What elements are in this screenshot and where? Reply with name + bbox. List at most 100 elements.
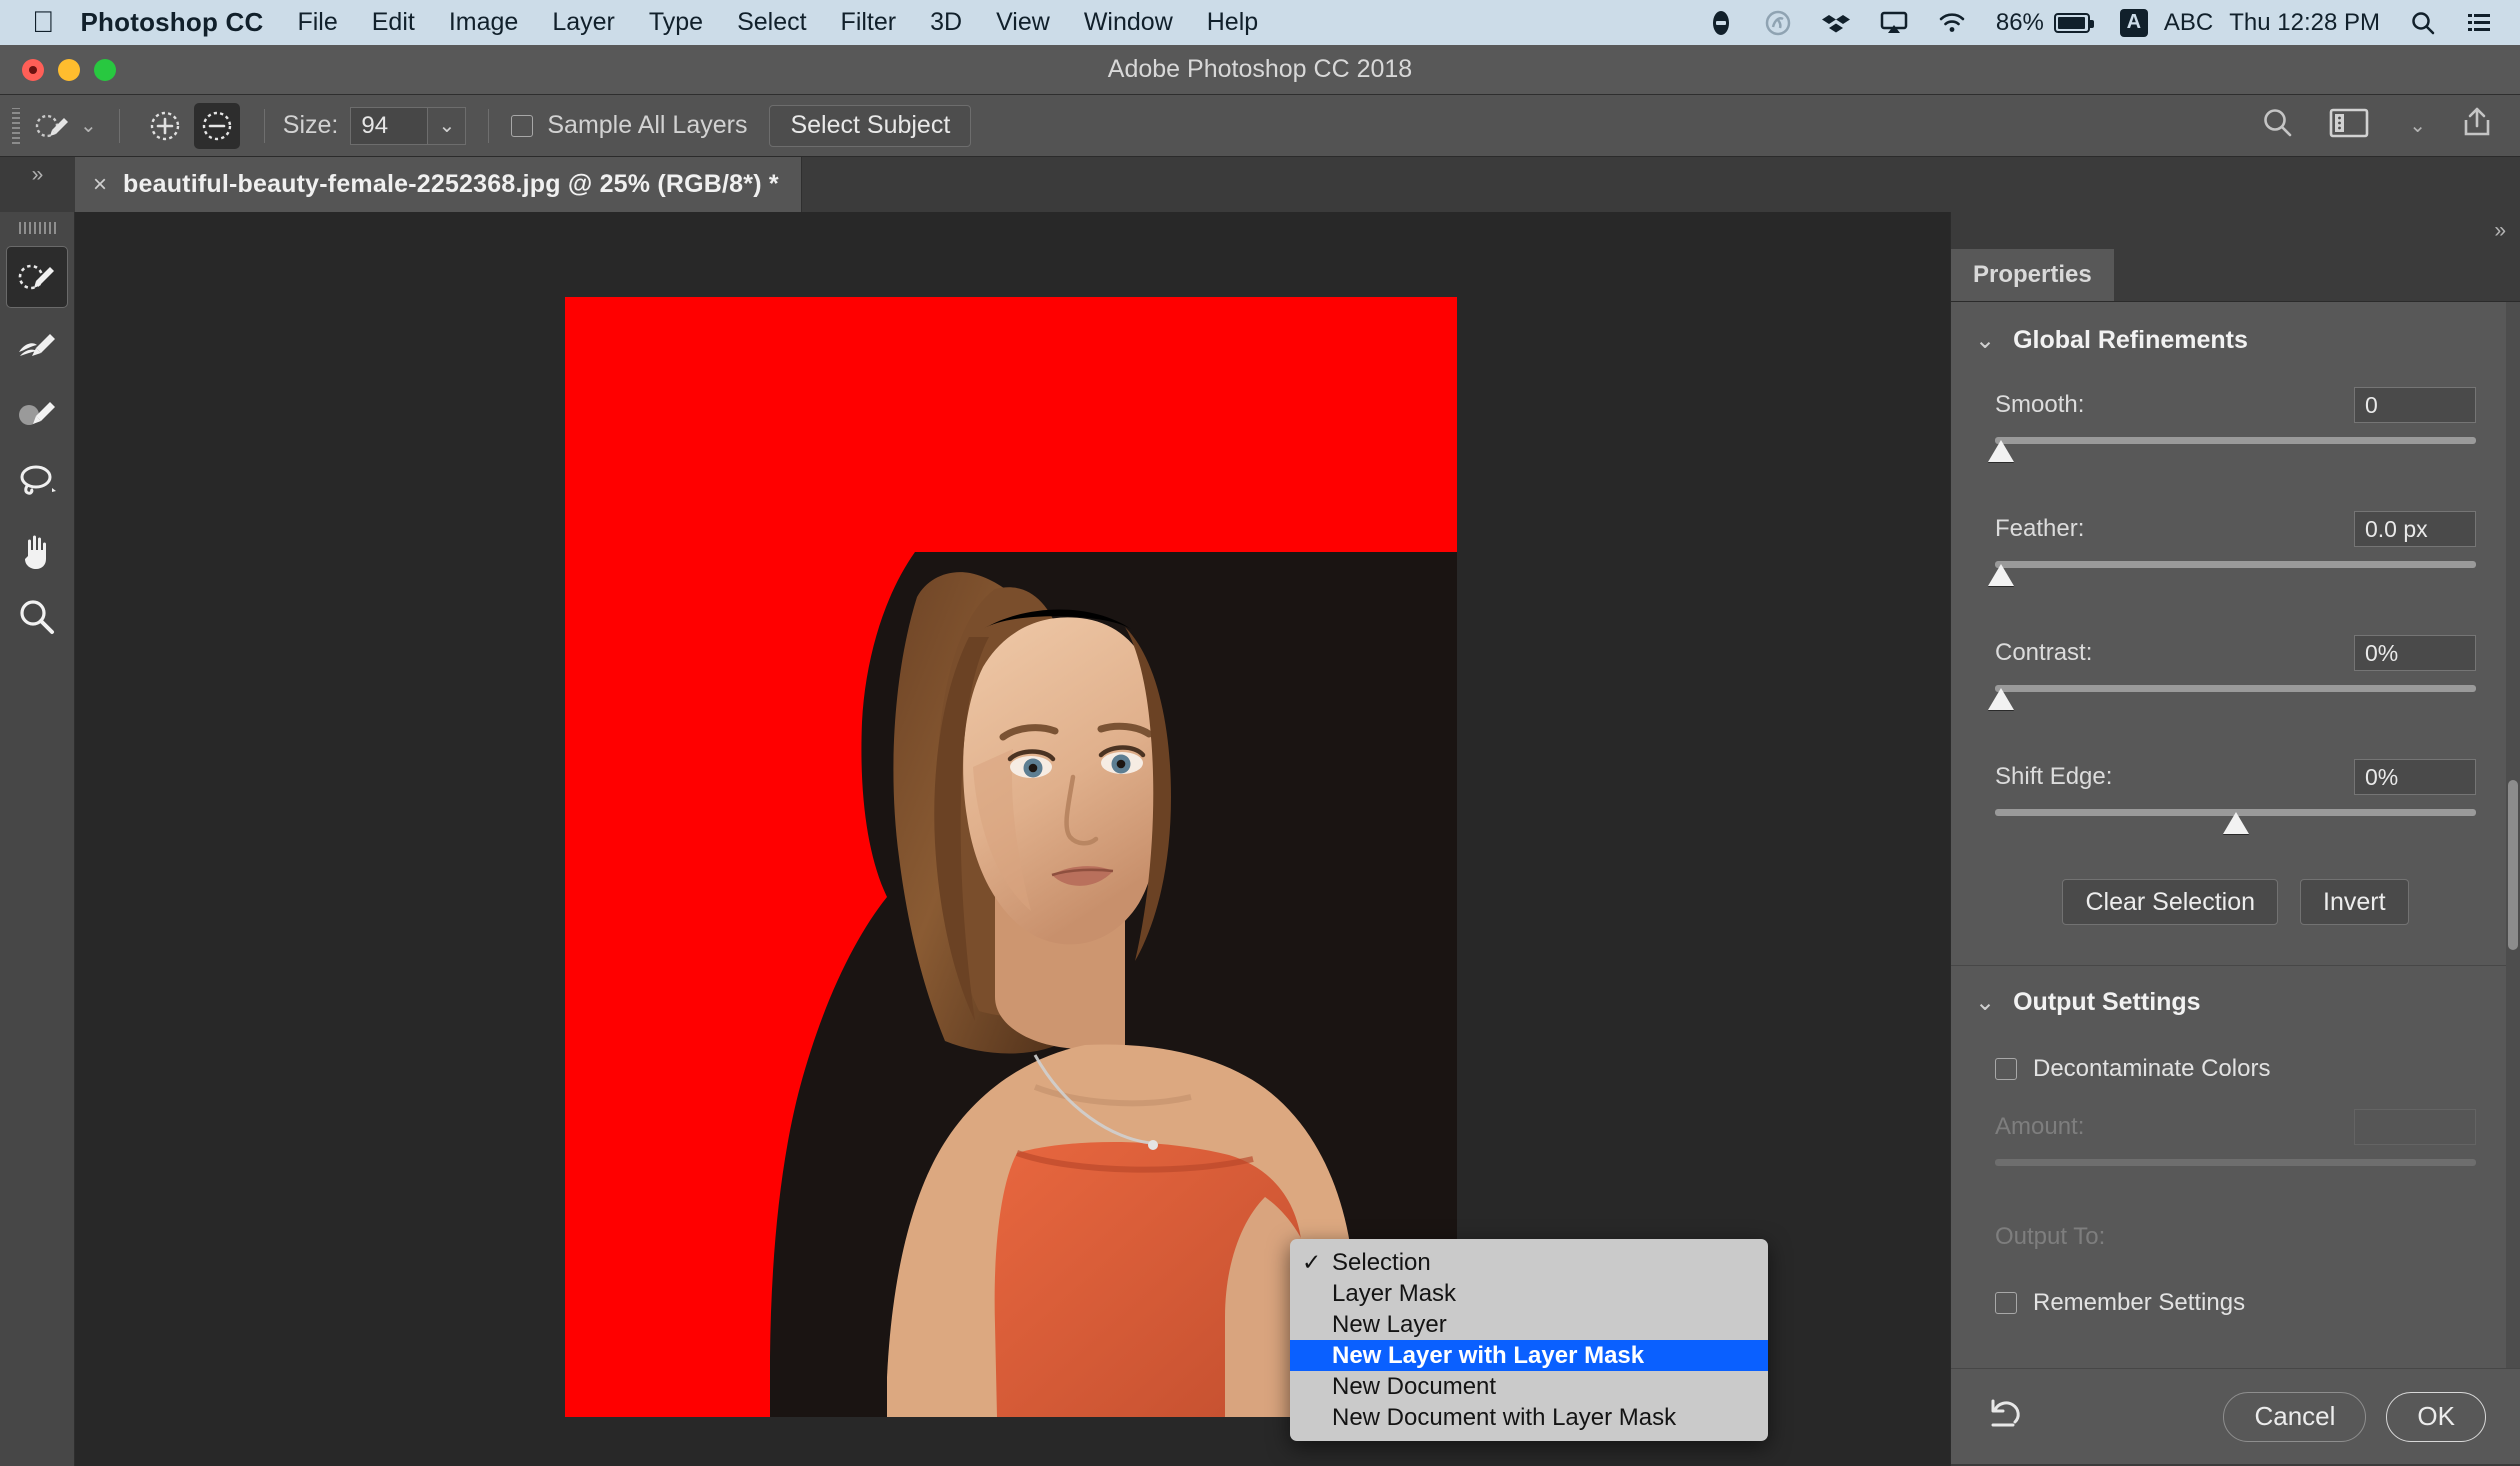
shift-edge-slider-thumb[interactable] <box>2222 812 2249 834</box>
menu-item-edit[interactable]: Edit <box>372 8 415 37</box>
contrast-row: Contrast: 0% <box>1951 635 2520 671</box>
cancel-button[interactable]: Cancel <box>2223 1391 2367 1442</box>
brush-size-chevron-down-icon[interactable]: ⌄ <box>428 106 467 145</box>
clock-label[interactable]: Thu 12:28 PM <box>2229 9 2380 37</box>
dropbox-icon[interactable] <box>1821 10 1850 36</box>
apple-logo-icon[interactable]:  <box>32 7 55 38</box>
add-to-selection-icon[interactable] <box>142 103 188 149</box>
menu-app-name[interactable]: Photoshop CC <box>81 7 264 38</box>
decontaminate-colors-checkbox[interactable]: Decontaminate Colors <box>1951 1055 2520 1083</box>
refine-edge-brush-tool-icon[interactable] <box>6 314 68 376</box>
feather-label: Feather: <box>1995 515 2085 542</box>
input-source-badge[interactable]: A <box>2119 8 2148 37</box>
feather-slider[interactable] <box>1988 561 2476 589</box>
options-bar-grip[interactable] <box>12 107 22 144</box>
tab-properties[interactable]: Properties <box>1951 249 2114 301</box>
search-icon[interactable] <box>2261 106 2295 145</box>
menu-item-type[interactable]: Type <box>649 8 703 37</box>
menu-item-3d[interactable]: 3D <box>930 8 962 37</box>
menu-item-image[interactable]: Image <box>449 8 518 37</box>
chevron-down-icon[interactable]: ⌄ <box>1975 988 1995 1017</box>
panel-collapse-double-chevron-right-icon[interactable]: » <box>1951 212 2520 250</box>
contrast-label: Contrast: <box>1995 639 2093 666</box>
dropdown-item-new-document[interactable]: New Document <box>1290 1371 1768 1402</box>
options-divider-3 <box>488 108 490 143</box>
section-output-settings-header[interactable]: ⌄ Output Settings <box>1951 966 2520 1017</box>
amount-label: Amount: <box>1995 1113 2085 1140</box>
input-source-label[interactable]: ABC <box>2164 9 2213 37</box>
menu-item-layer[interactable]: Layer <box>552 8 615 37</box>
creative-cloud-icon[interactable] <box>1764 10 1792 36</box>
shift-edge-slider[interactable] <box>1995 809 2476 837</box>
toolbar-collapse-double-chevron-right-icon[interactable]: » <box>0 157 75 212</box>
remember-settings-label: Remember Settings <box>2033 1289 2246 1316</box>
invert-button[interactable]: Invert <box>2300 879 2409 925</box>
menu-item-filter[interactable]: Filter <box>841 8 897 37</box>
panel-scrollbar-thumb[interactable] <box>2508 780 2518 950</box>
search-icon[interactable] <box>2410 10 2436 36</box>
panel-scrollbar[interactable] <box>2506 302 2520 1464</box>
airplay-icon[interactable] <box>1880 10 1908 36</box>
dropdown-item-new-document-with-layer-mask[interactable]: New Document with Layer Mask <box>1290 1402 1768 1433</box>
smooth-slider[interactable] <box>1988 437 2476 465</box>
feather-slider-track <box>1995 561 2476 568</box>
contrast-slider-thumb[interactable] <box>1988 688 2014 710</box>
zoom-tool-icon[interactable] <box>6 586 68 648</box>
share-icon[interactable] <box>2460 105 2494 146</box>
menu-item-select[interactable]: Select <box>737 8 806 37</box>
reset-icon[interactable] <box>1985 1394 2025 1439</box>
do-not-disturb-icon[interactable] <box>1708 10 1734 36</box>
amount-slider <box>1995 1159 2476 1187</box>
hand-tool-icon[interactable] <box>6 518 68 580</box>
close-icon[interactable]: × <box>93 171 107 199</box>
ok-button[interactable]: OK <box>2386 1391 2486 1442</box>
menu-item-view[interactable]: View <box>996 8 1050 37</box>
dropdown-item-label: New Document <box>1332 1372 1497 1400</box>
sample-all-layers-checkbox[interactable]: Sample All Layers <box>511 111 747 140</box>
wifi-icon[interactable] <box>1938 10 1966 36</box>
shift-edge-input[interactable]: 0% <box>2354 759 2476 795</box>
dropdown-item-new-layer[interactable]: New Layer <box>1290 1309 1768 1340</box>
lasso-tool-icon[interactable] <box>6 450 68 512</box>
smooth-slider-track <box>1995 437 2476 444</box>
smooth-slider-thumb[interactable] <box>1988 440 2014 462</box>
quick-selection-tool-icon[interactable] <box>30 104 74 148</box>
feather-row: Feather: 0.0 px <box>1951 511 2520 547</box>
macos-menu-bar:  Photoshop CC File Edit Image Layer Typ… <box>0 0 2520 45</box>
chevron-down-icon[interactable]: ⌄ <box>1975 326 1995 355</box>
select-subject-button[interactable]: Select Subject <box>769 104 972 147</box>
brush-tool-icon[interactable] <box>6 382 68 444</box>
contrast-input[interactable]: 0% <box>2354 635 2476 671</box>
output-to-dropdown-menu[interactable]: ✓ Selection Layer Mask New Layer New Lay… <box>1290 1239 1768 1441</box>
section-global-refinements-title: Global Refinements <box>2013 326 2248 354</box>
photoshop-window-root:  Photoshop CC File Edit Image Layer Typ… <box>0 0 2520 1466</box>
document-tab-bar: » × beautiful-beauty-female-2252368.jpg … <box>0 157 2520 212</box>
brush-size-input[interactable]: 94 <box>350 106 429 145</box>
section-global-refinements-header[interactable]: ⌄ Global Refinements <box>1951 302 2520 355</box>
subtract-from-selection-icon[interactable] <box>193 102 240 149</box>
tool-preset-chevron-down-icon[interactable]: ⌄ <box>80 113 97 138</box>
section-output-settings-title: Output Settings <box>2013 988 2201 1016</box>
smooth-input[interactable]: 0 <box>2354 387 2476 423</box>
control-center-icon[interactable] <box>2466 10 2492 36</box>
battery-indicator[interactable]: 86% <box>1995 8 2094 37</box>
clear-selection-button[interactable]: Clear Selection <box>2062 879 2278 925</box>
dropdown-item-layer-mask[interactable]: Layer Mask <box>1290 1278 1768 1309</box>
quick-selection-tool-icon[interactable] <box>6 246 68 308</box>
toolbar-grip[interactable] <box>0 216 74 240</box>
contrast-slider[interactable] <box>1988 685 2476 713</box>
document-tab[interactable]: × beautiful-beauty-female-2252368.jpg @ … <box>75 157 802 212</box>
workspace-chevron-down-icon[interactable]: ⌄ <box>2409 113 2426 138</box>
shift-edge-label: Shift Edge: <box>1995 763 2113 790</box>
workspace-switcher-icon[interactable] <box>2329 106 2369 145</box>
menu-item-window[interactable]: Window <box>1084 8 1173 37</box>
feather-input[interactable]: 0.0 px <box>2354 511 2476 547</box>
feather-slider-thumb[interactable] <box>1988 564 2014 586</box>
battery-percent-label: 86% <box>1995 8 2044 36</box>
dropdown-item-new-layer-with-layer-mask[interactable]: New Layer with Layer Mask <box>1290 1340 1768 1371</box>
menu-item-file[interactable]: File <box>297 8 337 37</box>
remember-settings-checkbox[interactable]: Remember Settings <box>1951 1289 2520 1317</box>
window-title-bar: Adobe Photoshop CC 2018 <box>0 45 2520 95</box>
menu-item-help[interactable]: Help <box>1207 8 1258 37</box>
dropdown-item-selection[interactable]: ✓ Selection <box>1290 1247 1768 1278</box>
